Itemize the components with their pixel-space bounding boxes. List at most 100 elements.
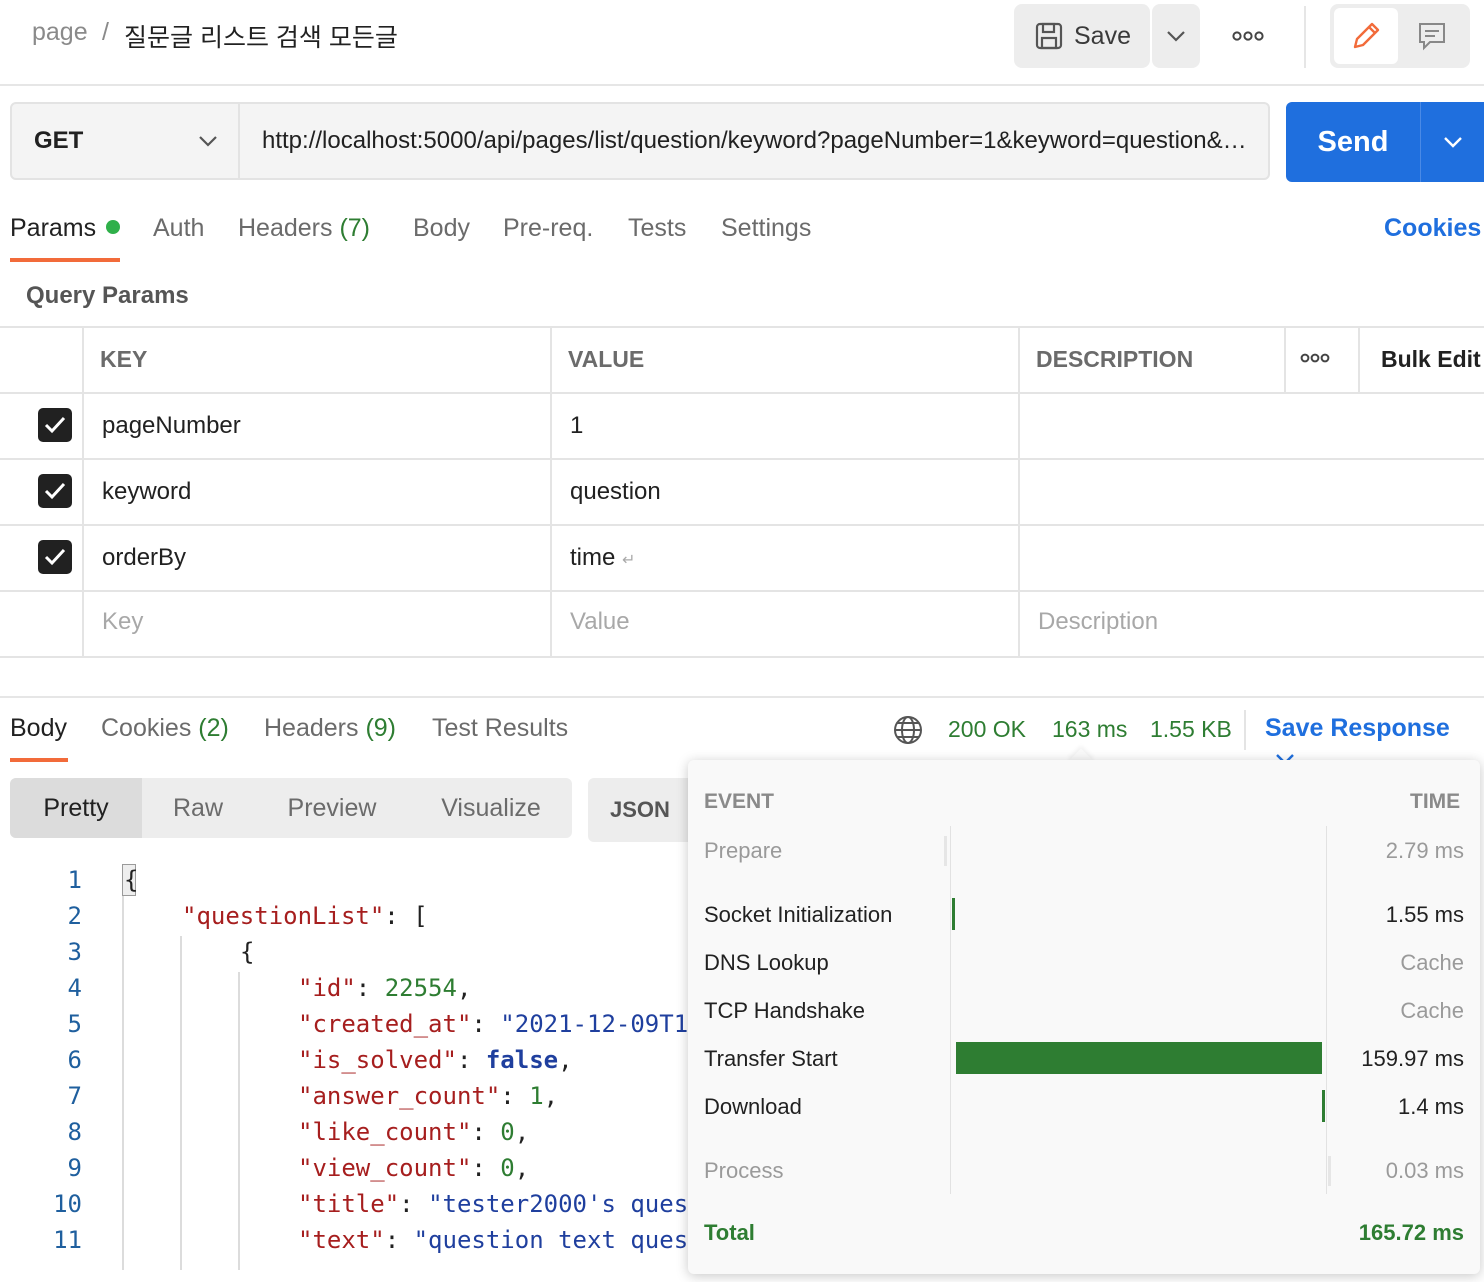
format-visualize[interactable]: Visualize [410, 778, 572, 838]
comment-icon [1416, 20, 1448, 52]
new-key-input[interactable]: Key [102, 608, 143, 636]
code-line-partial [0, 1258, 688, 1270]
param-key[interactable]: keyword [102, 478, 191, 506]
json-value: 0 [500, 1118, 515, 1146]
tab-test-results[interactable]: Test Results [432, 714, 568, 743]
timing-total-label: Total [704, 1220, 755, 1245]
send-options-button[interactable] [1421, 135, 1484, 149]
tab-auth[interactable]: Auth [153, 214, 204, 243]
tab-response-headers[interactable]: Headers (9) [264, 714, 396, 743]
tab-response-body[interactable]: Body [10, 714, 67, 743]
column-header-description: DESCRIPTION [1036, 346, 1194, 372]
param-key[interactable]: orderBy [102, 544, 186, 572]
table-border [1018, 326, 1020, 658]
code-line: 5 "created_at": "2021-12-09T12 [0, 1006, 688, 1042]
line-number: 8 [67, 1118, 82, 1146]
timing-event-time: 1.55 ms [1385, 902, 1464, 927]
json-value: "2021-12-09T12 [500, 1010, 688, 1038]
format-preview[interactable]: Preview [254, 778, 410, 838]
param-checkbox[interactable] [38, 540, 72, 574]
line-number: 2 [67, 902, 82, 930]
line-number: 1 [67, 866, 82, 894]
response-time[interactable]: 163 ms [1052, 716, 1127, 743]
timing-bar [956, 1042, 1322, 1074]
timing-event-name: Process [704, 1158, 784, 1183]
code-text: "text": "question text quest [298, 1226, 688, 1254]
method-select[interactable]: GET [10, 102, 240, 180]
code-text: "answer_count": 1, [298, 1082, 558, 1110]
format-raw[interactable]: Raw [142, 778, 254, 838]
line-number: 4 [67, 974, 82, 1002]
tab-response-headers-label: Headers [264, 714, 359, 742]
breadcrumb-parent[interactable]: page [32, 18, 88, 47]
table-border [0, 524, 1484, 526]
param-value[interactable]: time ↵ [570, 544, 635, 572]
tab-response-cookies-label: Cookies [101, 714, 192, 742]
line-number: 6 [67, 1046, 82, 1074]
json-key: "view_count" [298, 1154, 472, 1182]
new-value-input[interactable]: Value [570, 608, 630, 636]
tab-response-cookies[interactable]: Cookies (2) [101, 714, 229, 743]
tab-pre-request[interactable]: Pre-req. [503, 214, 593, 243]
table-border [1358, 326, 1360, 392]
code-line: 9 "view_count": 0, [0, 1150, 530, 1186]
chevron-down-icon [1165, 29, 1187, 43]
request-title[interactable]: 질문글 리스트 검색 모든글 [124, 18, 398, 54]
json-colon: : [471, 1154, 501, 1182]
format-pretty[interactable]: Pretty [10, 778, 142, 838]
param-key[interactable]: pageNumber [102, 412, 241, 440]
timing-event-name: Socket Initialization [704, 902, 893, 927]
edit-mode-button[interactable] [1334, 8, 1398, 64]
param-value[interactable]: 1 [570, 412, 583, 440]
code-text: "id": 22554, [298, 974, 471, 1002]
column-header-value: VALUE [568, 346, 645, 372]
line-number: 3 [67, 938, 82, 966]
param-checkbox[interactable] [38, 408, 72, 442]
tab-params[interactable]: Params [10, 214, 121, 243]
network-info-button[interactable] [892, 714, 924, 746]
check-icon [43, 415, 67, 435]
new-description-input[interactable]: Description [1038, 608, 1158, 636]
tab-tests[interactable]: Tests [628, 214, 686, 243]
json-key: "id" [298, 974, 356, 1002]
code-text: { [240, 938, 254, 966]
tab-body[interactable]: Body [413, 214, 470, 243]
save-options-button[interactable] [1152, 4, 1200, 68]
url-input[interactable]: http://localhost:5000/api/pages/list/que… [240, 102, 1270, 180]
comments-button[interactable] [1400, 8, 1464, 64]
editor-bottom-edge [0, 1270, 688, 1282]
json-punctuation: , [514, 1154, 530, 1182]
json-key: "answer_count" [298, 1082, 501, 1110]
tab-headers[interactable]: Headers (7) [238, 214, 370, 243]
table-border [0, 458, 1484, 460]
code-text: "like_count": 0, [298, 1118, 529, 1146]
tab-response-headers-count: (9) [365, 714, 397, 742]
response-size[interactable]: 1.55 KB [1150, 716, 1232, 743]
json-colon: : [399, 1190, 429, 1218]
json-colon: : [384, 1226, 414, 1254]
param-checkbox[interactable] [38, 474, 72, 508]
cookies-link[interactable]: Cookies [1384, 214, 1481, 243]
line-number: 9 [67, 1154, 82, 1182]
json-value: "question text quest [413, 1226, 688, 1254]
json-punctuation: { [240, 938, 255, 966]
timing-event-name: Prepare [704, 838, 783, 863]
pencil-icon [1349, 19, 1383, 53]
json-value: 22554 [384, 974, 457, 1002]
code-text: { [124, 866, 138, 894]
column-options-button[interactable] [1300, 352, 1330, 364]
save-button[interactable]: Save [1014, 4, 1150, 68]
param-value[interactable]: question [570, 478, 661, 506]
code-line: 3{ [0, 934, 255, 970]
json-colon: : [355, 974, 385, 1002]
send-button[interactable]: Send [1286, 102, 1484, 182]
status-code: 200 OK [948, 716, 1026, 742]
code-editor[interactable]: 1{2 "questionList": [3{4 "id": 22554, 5 "cre… [0, 862, 688, 1270]
tab-settings[interactable]: Settings [721, 214, 811, 243]
header-divider [1304, 6, 1306, 68]
more-options-button[interactable] [1226, 20, 1270, 52]
bulk-edit-button[interactable]: Bulk Edit [1381, 346, 1481, 373]
tab-response-cookies-count: (2) [198, 714, 229, 742]
json-value: "tester2000's quest [428, 1190, 688, 1218]
code-text: "questionList": [ [182, 902, 428, 930]
